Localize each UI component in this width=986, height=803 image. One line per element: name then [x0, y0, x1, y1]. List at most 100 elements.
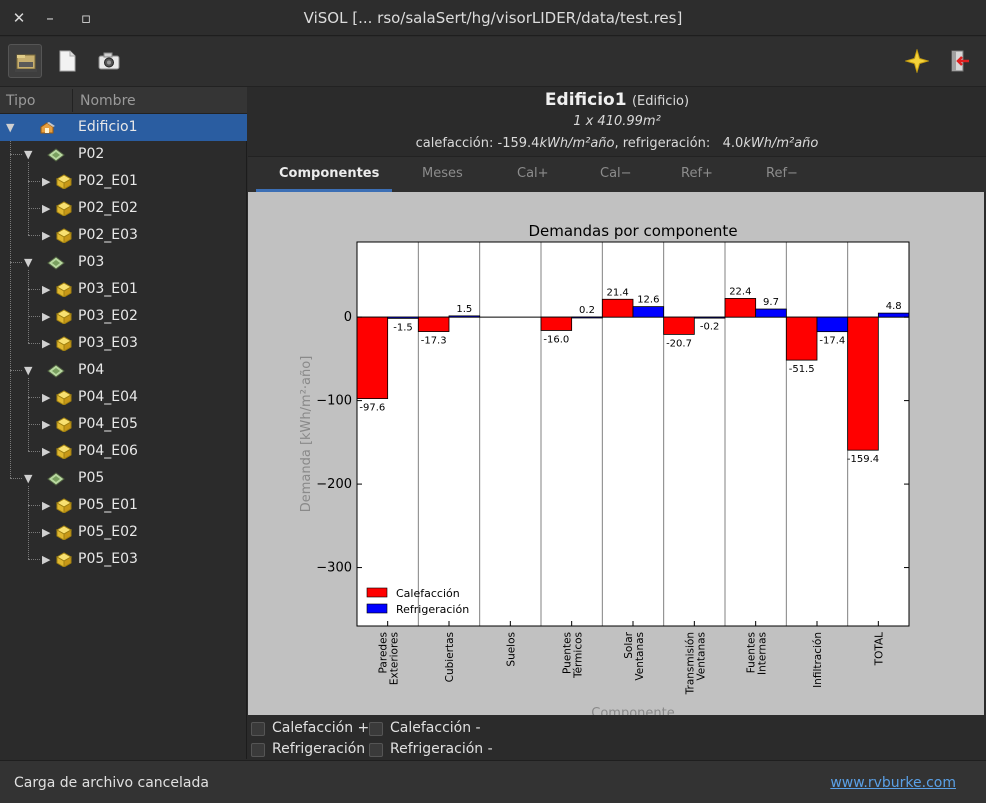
heating-unit: kWh/m²año [539, 136, 615, 151]
data-label: -159.4 [847, 454, 879, 465]
heating-value: -159.4 [497, 136, 540, 151]
data-label: -16.0 [543, 334, 569, 345]
sidebar-tree: Tipo Nombre ▼ Edificio1 ▼ P02 ▶ P02_E01 ▶ P02_E… [0, 87, 247, 759]
tab-componentes[interactable]: Componentes [279, 166, 379, 181]
cooling-value: 4.0 [722, 136, 744, 151]
exit-button[interactable] [942, 44, 976, 78]
checkbox-label: Calefacción + [272, 720, 370, 736]
tree-item-floor[interactable]: ▼ P04 [0, 357, 247, 384]
column-header-tipo[interactable]: Tipo [6, 93, 35, 109]
bar-calefaccion [417, 316, 450, 332]
legend-swatch [366, 603, 388, 614]
data-label: 9.7 [763, 297, 779, 308]
heating-label: calefacción: [415, 136, 494, 151]
x-tick-label: PuentesTérmicos [562, 632, 585, 679]
bar-calefaccion [847, 316, 879, 451]
data-label: -1.5 [393, 322, 413, 333]
bar-calefaccion [785, 316, 818, 361]
tree-item-floor[interactable]: ▼ P05 [0, 465, 247, 492]
collapse-arrow-icon[interactable]: ▼ [24, 148, 32, 161]
tree-item-label: P03 [78, 254, 105, 270]
tree-guide-line [28, 505, 40, 506]
website-link[interactable]: www.rvburke.com [830, 775, 956, 791]
building-area: 1 x 410.99m² [573, 114, 661, 129]
floor-icon [47, 254, 65, 274]
floor-icon [47, 362, 65, 382]
data-label: -51.5 [789, 364, 815, 375]
tab-meses[interactable]: Meses [422, 166, 463, 181]
space-icon [55, 443, 73, 463]
new-document-button[interactable] [50, 44, 84, 78]
checkbox-label: Refrigeración + [272, 741, 382, 757]
expand-arrow-icon[interactable]: ▶ [42, 310, 50, 323]
tree-guide-line [28, 559, 40, 560]
expand-arrow-icon[interactable]: ▶ [42, 418, 50, 431]
tree-guide-line [28, 316, 40, 317]
space-icon [55, 551, 73, 571]
tab-ref-minus[interactable]: Ref− [766, 166, 798, 181]
tree-guide-line [28, 424, 40, 425]
y-tick-label: 0 [344, 310, 352, 325]
highlight-button[interactable] [900, 44, 934, 78]
bar-calefaccion [356, 316, 389, 400]
tab-cal-plus[interactable]: Cal+ [517, 166, 549, 181]
tree-item-floor[interactable]: ▼ P02 [0, 141, 247, 168]
tree-guide-line [10, 262, 22, 263]
expand-arrow-icon[interactable]: ▶ [42, 526, 50, 539]
tree-item-floor[interactable]: ▼ P03 [0, 249, 247, 276]
bar-refrigeracion [755, 308, 787, 318]
tab-cal-minus[interactable]: Cal− [600, 166, 632, 181]
tree-guide-line [28, 208, 40, 209]
tree-guide-line [28, 181, 40, 182]
demand-summary: calefacción: -159.4kWh/m²año, refrigerac… [248, 136, 986, 151]
window-title: ViSOL [... rso/salaSert/hg/visorLIDER/da… [303, 9, 683, 27]
x-tick-label: FuentesInternas [746, 632, 769, 675]
building-summary: Edificio1 (Edificio) 1 x 410.99m² calefa… [248, 87, 986, 155]
expand-arrow-icon[interactable]: ▶ [42, 499, 50, 512]
tree-item-label: P02_E03 [78, 227, 138, 243]
x-tick-label: Infiltración [812, 632, 824, 688]
tree-item-label: P04_E04 [78, 389, 138, 405]
checkbox-box[interactable] [251, 722, 265, 736]
open-file-button[interactable] [8, 44, 42, 78]
tree-guide-line [10, 478, 22, 479]
tree-guide-line [10, 141, 11, 478]
expand-arrow-icon[interactable]: ▶ [42, 391, 50, 404]
tree-item-label: P03_E03 [78, 335, 138, 351]
checkbox-box[interactable] [251, 743, 265, 757]
tree-item-label: P02 [78, 146, 105, 162]
data-label: 0.2 [579, 305, 595, 316]
tree-item-label: P03_E01 [78, 281, 138, 297]
tree-guide-line [28, 486, 29, 559]
bar-refrigeracion [693, 316, 726, 319]
legend-label: Calefacción [396, 587, 460, 600]
collapse-arrow-icon[interactable]: ▼ [24, 364, 32, 377]
expand-arrow-icon[interactable]: ▶ [42, 175, 50, 188]
space-icon [55, 308, 73, 328]
tree-item-building[interactable]: ▼ Edificio1 [0, 114, 247, 141]
space-icon [55, 173, 73, 193]
collapse-arrow-icon[interactable]: ▼ [6, 121, 14, 134]
expand-arrow-icon[interactable]: ▶ [42, 229, 50, 242]
checkbox-box[interactable] [369, 743, 383, 757]
expand-arrow-icon[interactable]: ▶ [42, 337, 50, 350]
expand-arrow-icon[interactable]: ▶ [42, 283, 50, 296]
space-icon [55, 227, 73, 247]
tree-item-label: P04_E05 [78, 416, 138, 432]
expand-arrow-icon[interactable]: ▶ [42, 553, 50, 566]
checkbox-box[interactable] [369, 722, 383, 736]
bar-calefaccion [601, 298, 634, 318]
x-tick-label: ParedesExteriores [378, 632, 401, 685]
expand-arrow-icon[interactable]: ▶ [42, 445, 50, 458]
collapse-arrow-icon[interactable]: ▼ [24, 472, 32, 485]
expand-arrow-icon[interactable]: ▶ [42, 202, 50, 215]
data-label: 4.8 [886, 301, 902, 312]
column-header-nombre[interactable]: Nombre [80, 93, 136, 109]
screenshot-button[interactable] [92, 44, 126, 78]
data-label: 21.4 [607, 287, 629, 298]
tree-item-label: P05 [78, 470, 105, 486]
space-icon [55, 416, 73, 436]
tab-ref-plus[interactable]: Ref+ [681, 166, 713, 181]
collapse-arrow-icon[interactable]: ▼ [24, 256, 32, 269]
y-tick-label: −300 [316, 561, 352, 576]
